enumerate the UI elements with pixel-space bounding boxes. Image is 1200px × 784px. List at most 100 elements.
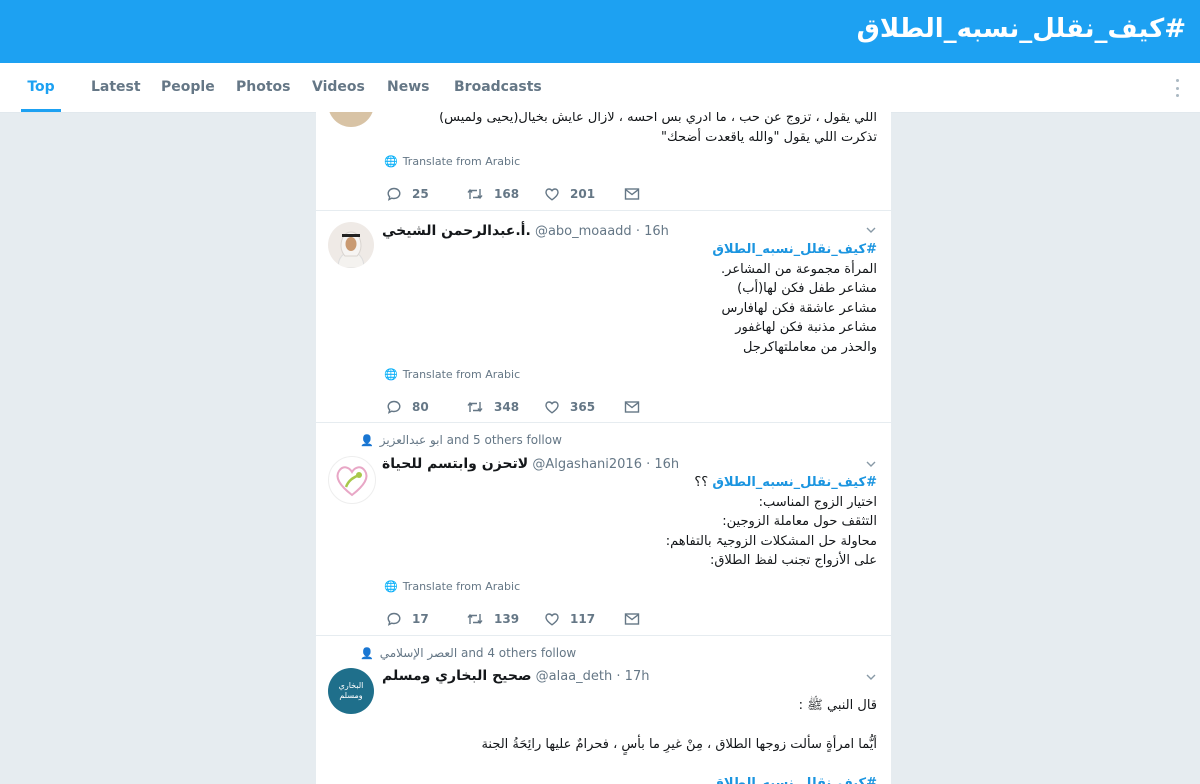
author-name[interactable]: صحيح البخاري ومسلم bbox=[382, 668, 532, 684]
tweet-text-suffix: ؟؟ bbox=[694, 475, 709, 490]
reply-button[interactable]: 17 bbox=[386, 609, 429, 629]
search-tabs: Top Latest People Photos Videos News Bro… bbox=[0, 63, 1200, 113]
reply-icon bbox=[387, 187, 401, 201]
chevron-down-icon[interactable] bbox=[865, 224, 877, 236]
avatar-image bbox=[336, 466, 368, 497]
avatar-label: البخاري ومسلم bbox=[338, 681, 364, 700]
retweet-button[interactable]: 139 bbox=[466, 609, 519, 629]
like-count: 365 bbox=[570, 400, 596, 414]
envelope-icon bbox=[624, 613, 640, 625]
direct-message-button[interactable] bbox=[624, 184, 650, 204]
translate-link[interactable]: 🌐 Translate from Arabic bbox=[384, 155, 520, 168]
separator-dot: · bbox=[646, 457, 651, 472]
tweet-timestamp[interactable]: 16h bbox=[644, 224, 669, 239]
tweet-header: لاتحزن وابتسم للحياة @Algashani2016 · 16… bbox=[382, 456, 679, 472]
like-button[interactable]: 201 bbox=[544, 184, 595, 204]
translate-label: Translate from Arabic bbox=[402, 368, 521, 381]
tweet-text-line: اختيار الزوج المناسب: bbox=[758, 494, 877, 510]
translate-label: Translate from Arabic bbox=[402, 580, 521, 593]
page-title: #كيف_نقلل_نسبه_الطلاق bbox=[856, 14, 1186, 44]
more-options-icon[interactable] bbox=[1174, 79, 1180, 97]
avatar-image bbox=[328, 222, 374, 268]
author-handle[interactable]: @alaa_deth bbox=[536, 669, 613, 684]
retweet-icon bbox=[467, 188, 483, 200]
tweet-text-line: محاولة حل المشكلات الزوجيۃ بالتفاهم: bbox=[665, 533, 877, 549]
social-context[interactable]: 👤 العصر الإسلامي and 4 others follow bbox=[360, 646, 576, 660]
separator-dot: · bbox=[616, 669, 621, 684]
tweet-text-line: مشاعر مذنبة فكن لهاغفور bbox=[735, 320, 877, 335]
tab-photos[interactable]: Photos bbox=[236, 63, 291, 111]
tweet-text-line: والحذر من معاملتهاكرجل bbox=[742, 339, 877, 355]
tab-top[interactable]: Top bbox=[21, 63, 61, 112]
direct-message-button[interactable] bbox=[624, 609, 650, 629]
tweet-text-line: اللي يقول ، تزوج عن حب ، ما ادري بس احسه… bbox=[439, 112, 877, 125]
tweet-actions: 17 139 117 bbox=[386, 609, 686, 629]
globe-icon: 🌐 bbox=[384, 580, 398, 593]
timeline: اللي يقول ، تزوج عن حب ، ما ادري بس احسه… bbox=[316, 112, 891, 784]
heart-icon bbox=[545, 613, 559, 626]
retweet-count: 348 bbox=[494, 400, 520, 414]
separator-dot: · bbox=[635, 224, 640, 239]
social-context-text: العصر الإسلامي and 4 others follow bbox=[379, 646, 577, 660]
tab-videos[interactable]: Videos bbox=[312, 63, 365, 111]
direct-message-button[interactable] bbox=[624, 397, 650, 417]
heart-icon bbox=[545, 188, 559, 201]
avatar[interactable] bbox=[328, 456, 376, 504]
reply-count: 25 bbox=[412, 187, 429, 201]
hashtag-link[interactable]: #كيف_نقلل_نسبه_الطلاق bbox=[712, 475, 877, 490]
reply-button[interactable]: 25 bbox=[386, 184, 429, 204]
tweet-text: #كيف_نقلل_نسبه_الطلاق المرأة مجموعة من ا… bbox=[397, 240, 877, 357]
reply-count: 80 bbox=[412, 400, 429, 414]
retweet-button[interactable]: 348 bbox=[466, 397, 519, 417]
like-button[interactable]: 117 bbox=[544, 609, 595, 629]
reply-icon bbox=[387, 612, 401, 626]
hashtag-link[interactable]: #كيف_نقلل_نسبه_الطلاق bbox=[712, 242, 877, 257]
tweet-text-line: على الأزواج تجنب لفظ الطلاق: bbox=[709, 553, 877, 568]
person-icon: 👤 bbox=[360, 647, 374, 660]
social-context[interactable]: 👤 ابو عبدالعزيز and 5 others follow bbox=[360, 433, 562, 447]
avatar[interactable]: البخاري ومسلم bbox=[328, 668, 374, 714]
globe-icon: 🌐 bbox=[384, 155, 398, 168]
tab-latest[interactable]: Latest bbox=[91, 63, 141, 111]
author-handle[interactable]: @abo_moaadd bbox=[535, 224, 632, 239]
translate-label: Translate from Arabic bbox=[402, 155, 521, 168]
avatar[interactable] bbox=[328, 112, 374, 127]
tweet-timestamp[interactable]: 17h bbox=[625, 669, 650, 684]
tweet-item[interactable]: 👤 ابو عبدالعزيز and 5 others follow لاتحز… bbox=[316, 423, 891, 636]
tweet-header: صحيح البخاري ومسلم @alaa_deth · 17h bbox=[382, 668, 649, 684]
avatar[interactable] bbox=[328, 222, 374, 268]
chevron-down-icon[interactable] bbox=[865, 458, 877, 470]
tweet-text-line: تذكرت اللي يقول "والله ياقعدت أضحك" bbox=[661, 129, 877, 145]
tweet-header: أ.عبدالرحمن الشيخي. @abo_moaadd · 16h bbox=[382, 223, 669, 239]
tweet-item[interactable]: أ.عبدالرحمن الشيخي. @abo_moaadd · 16h #ك… bbox=[316, 210, 891, 423]
tweet-text: قال النبي ﷺ : أيُّما امرأةٍ سألت زوجها ا… bbox=[397, 696, 877, 784]
retweet-button[interactable]: 168 bbox=[466, 184, 519, 204]
tweet-timestamp[interactable]: 16h bbox=[654, 457, 679, 472]
reply-button[interactable]: 80 bbox=[386, 397, 429, 417]
person-icon: 👤 bbox=[360, 434, 374, 447]
tab-people[interactable]: People bbox=[161, 63, 215, 111]
tweet-item[interactable]: اللي يقول ، تزوج عن حب ، ما ادري بس احسه… bbox=[316, 112, 891, 211]
author-name[interactable]: لاتحزن وابتسم للحياة bbox=[382, 456, 528, 472]
tweet-text-line: مشاعر عاشقة فكن لهافارس bbox=[721, 300, 877, 316]
author-name[interactable]: أ.عبدالرحمن الشيخي. bbox=[382, 223, 531, 239]
chevron-down-icon[interactable] bbox=[865, 671, 877, 683]
like-button[interactable]: 365 bbox=[544, 397, 595, 417]
author-handle[interactable]: @Algashani2016 bbox=[532, 457, 642, 472]
retweet-icon bbox=[467, 613, 483, 625]
tab-broadcasts[interactable]: Broadcasts bbox=[454, 63, 542, 111]
tweet-text-line: قال النبي ﷺ : bbox=[798, 698, 877, 713]
search-header: #كيف_نقلل_نسبه_الطلاق bbox=[0, 0, 1200, 63]
hashtag-link[interactable]: #كيف_نقلل_نسبه_الطلاق bbox=[712, 776, 877, 784]
translate-link[interactable]: 🌐 Translate from Arabic bbox=[384, 368, 520, 381]
tweet-text-spacer bbox=[397, 755, 877, 775]
retweet-count: 139 bbox=[494, 612, 520, 626]
tweet-item[interactable]: 👤 العصر الإسلامي and 4 others follow البخ… bbox=[316, 636, 891, 784]
translate-link[interactable]: 🌐 Translate from Arabic bbox=[384, 580, 520, 593]
envelope-icon bbox=[624, 401, 640, 413]
heart-icon bbox=[545, 401, 559, 414]
tab-news[interactable]: News bbox=[387, 63, 429, 111]
reply-icon bbox=[387, 400, 401, 414]
retweet-icon bbox=[467, 401, 483, 413]
tweet-text-line: المرأة مجموعة من المشاعر. bbox=[721, 261, 877, 277]
